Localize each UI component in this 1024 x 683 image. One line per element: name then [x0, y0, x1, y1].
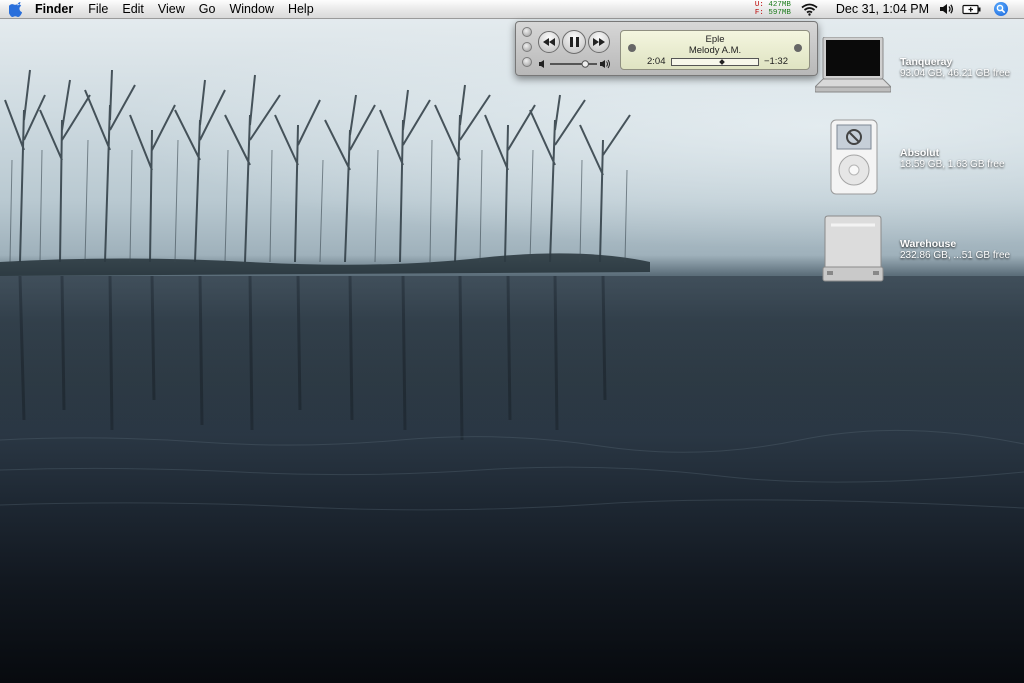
- memory-used-value: 427MB: [768, 1, 791, 9]
- menu-app-finder[interactable]: Finder: [35, 2, 73, 16]
- next-track-button[interactable]: [588, 31, 610, 53]
- volume-icon[interactable]: [939, 3, 954, 15]
- desktop-icon-label-tanqueray[interactable]: Tanqueray 93.04 GB, 46.21 GB free: [900, 56, 1010, 80]
- battery-icon[interactable]: [962, 4, 982, 15]
- volume-high-icon: [600, 59, 610, 69]
- desktop-icon-label-absolut[interactable]: Absolut 18.59 GB, 1.63 GB free: [900, 147, 1005, 171]
- volume-name: Absolut: [900, 147, 940, 159]
- itunes-mini-player[interactable]: Eple Melody A.M. 2:04 −1:32: [515, 21, 818, 76]
- snapback-icon[interactable]: [794, 44, 802, 52]
- apple-icon[interactable]: [9, 1, 23, 17]
- minimize-button[interactable]: [522, 42, 532, 52]
- menu-view[interactable]: View: [158, 2, 185, 16]
- progress-knob[interactable]: [718, 59, 725, 65]
- menu-clock[interactable]: Dec 31, 1:04 PM: [836, 2, 929, 16]
- volume-info: 18.59 GB, 1.63 GB free: [900, 159, 1005, 170]
- memory-monitor[interactable]: U: 427MB F: 597MB: [755, 1, 791, 17]
- memory-free-value: 597MB: [768, 9, 791, 17]
- pause-icon: [569, 37, 579, 47]
- volume-low-icon: [539, 60, 544, 68]
- now-playing-display: Eple Melody A.M. 2:04 −1:32: [620, 30, 810, 70]
- elapsed-time: 2:04: [647, 56, 666, 67]
- desktop-icon-tanqueray[interactable]: [813, 36, 893, 100]
- remaining-time: −1:32: [763, 56, 788, 67]
- volume-info: 93.04 GB, 46.21 GB free: [900, 68, 1011, 79]
- volume-info: 232.86 GB, ...51 GB free: [900, 250, 1011, 261]
- menu-go[interactable]: Go: [199, 2, 216, 16]
- menu-bar: Finder File Edit View Go Window Help U: …: [0, 0, 1024, 19]
- menu-help[interactable]: Help: [288, 2, 314, 16]
- desktop-icon-label-warehouse[interactable]: Warehouse 232.86 GB, ...51 GB free: [900, 238, 1010, 262]
- song-title: Eple: [705, 34, 725, 45]
- zoom-button[interactable]: [522, 57, 532, 67]
- window-controls: [522, 27, 532, 67]
- menu-file[interactable]: File: [88, 2, 108, 16]
- hard-drive-icon: [822, 215, 884, 282]
- volume-name: Warehouse: [900, 238, 957, 250]
- menu-edit[interactable]: Edit: [122, 2, 144, 16]
- fast-forward-icon: [593, 38, 605, 46]
- pause-button[interactable]: [562, 30, 586, 54]
- forest-lake-scene: [0, 69, 1024, 511]
- memory-free-label: F:: [754, 9, 764, 17]
- rewind-icon: [543, 38, 555, 46]
- volume-slider[interactable]: [539, 57, 611, 71]
- wifi-icon[interactable]: [801, 3, 818, 16]
- desktop-icon-warehouse[interactable]: [821, 215, 885, 288]
- progress-bar[interactable]: [671, 58, 759, 66]
- memory-used-label: U:: [754, 1, 764, 9]
- volume-name: Tanqueray: [900, 56, 953, 68]
- close-button[interactable]: [522, 27, 532, 37]
- ipod-icon: [830, 119, 878, 195]
- spotlight-icon[interactable]: [994, 2, 1008, 16]
- previous-track-button[interactable]: [538, 31, 560, 53]
- menu-window[interactable]: Window: [229, 2, 273, 16]
- laptop-icon: [813, 36, 893, 93]
- desktop-icon-absolut[interactable]: [830, 119, 878, 200]
- desktop-background: [0, 0, 1024, 683]
- artist-name: Melody A.M.: [688, 45, 742, 56]
